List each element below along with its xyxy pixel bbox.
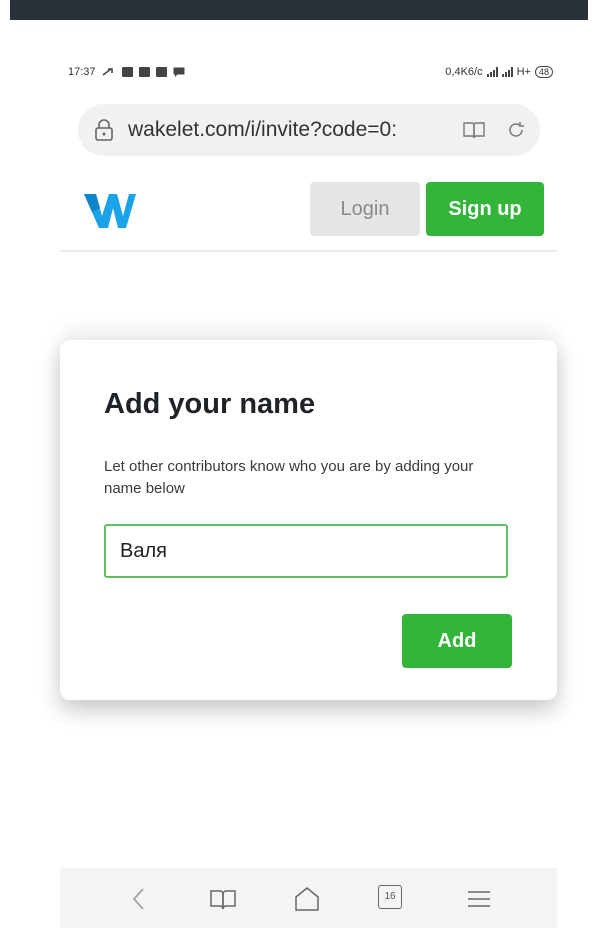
notification-icon: [138, 67, 150, 77]
menu-icon[interactable]: [464, 884, 494, 914]
home-icon[interactable]: [292, 884, 322, 914]
notification-icon: [121, 67, 133, 77]
signup-button[interactable]: Sign up: [426, 182, 544, 236]
status-time: 17:37: [68, 66, 96, 78]
lock-icon: [95, 119, 113, 141]
url-text[interactable]: wakelet.com/i/invite?code=0:: [128, 118, 448, 142]
add-button[interactable]: Add: [402, 614, 512, 668]
tabs-icon[interactable]: 16: [378, 885, 402, 909]
browser-bottom-nav: 16: [60, 868, 557, 928]
signal-icon: [486, 67, 498, 77]
notification-icon: [155, 67, 167, 77]
back-icon[interactable]: [124, 884, 154, 914]
bookmarks-icon[interactable]: [208, 884, 238, 914]
dialog-title: Add your name: [104, 388, 316, 420]
usb-icon: [102, 68, 113, 76]
battery-icon: 48: [534, 66, 553, 78]
site-header: Login Sign up: [60, 180, 557, 252]
status-bar: 17:37 0,4K6/c H+ 48: [68, 66, 553, 82]
network-type: H+: [516, 66, 531, 78]
add-name-dialog: Add your name Let other contributors kno…: [60, 340, 557, 700]
signal-icon: [501, 67, 513, 77]
phone-screen: 17:37 0,4K6/c H+ 48 wakelet.com/i/invite…: [60, 50, 557, 930]
message-icon: [173, 67, 185, 77]
dialog-description: Let other contributors know who you are …: [104, 458, 474, 497]
address-bar[interactable]: wakelet.com/i/invite?code=0:: [78, 104, 540, 156]
network-speed: 0,4K6/c: [445, 66, 483, 78]
name-input[interactable]: [104, 524, 508, 578]
reader-mode-icon[interactable]: [463, 121, 485, 139]
top-dark-bar: [10, 0, 588, 20]
wakelet-logo-icon[interactable]: [82, 190, 138, 230]
login-button[interactable]: Login: [310, 182, 420, 236]
reload-icon[interactable]: [506, 120, 526, 140]
